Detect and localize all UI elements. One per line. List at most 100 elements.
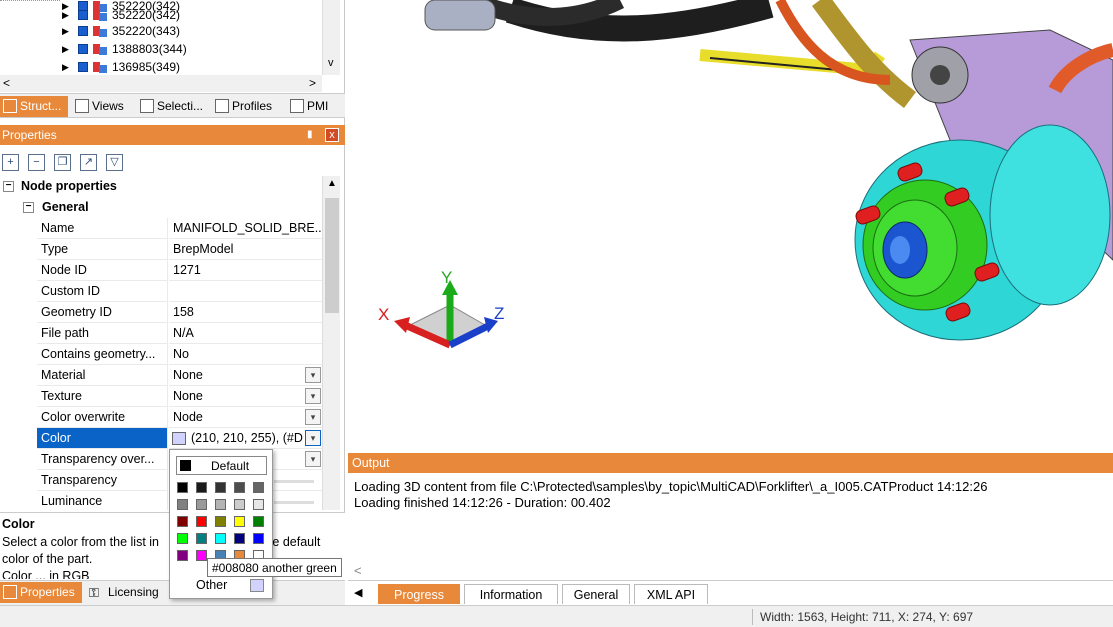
visibility-checkbox[interactable] xyxy=(78,26,88,36)
color-swatch[interactable] xyxy=(177,482,188,493)
chevron-down-icon[interactable]: ▾ xyxy=(305,430,321,446)
property-row[interactable]: Color overwrite Node ▾ xyxy=(0,407,322,428)
expand-arrow-icon[interactable]: ▶ xyxy=(62,40,69,58)
tab-selection[interactable]: Selecti... xyxy=(137,96,207,117)
collapse-all-icon[interactable]: − xyxy=(28,154,45,171)
color-swatch[interactable] xyxy=(177,516,188,527)
scroll-thumb[interactable] xyxy=(325,198,339,313)
property-value[interactable]: N/A xyxy=(169,323,322,344)
property-value[interactable] xyxy=(169,281,322,302)
property-value[interactable]: BrepModel xyxy=(169,239,322,260)
other-color-swatch[interactable] xyxy=(250,579,264,592)
tab-progress[interactable]: Progress xyxy=(378,584,460,604)
expand-arrow-icon[interactable]: ▶ xyxy=(62,22,69,40)
color-swatch[interactable] xyxy=(253,482,264,493)
color-swatch[interactable] xyxy=(196,533,207,544)
color-swatch[interactable] xyxy=(215,482,226,493)
scroll-right-icon[interactable]: > xyxy=(309,76,316,90)
tab-pmi[interactable]: PMI xyxy=(287,96,337,117)
property-row[interactable]: Material None ▾ xyxy=(0,365,322,386)
other-color-button[interactable]: Other xyxy=(176,576,267,595)
group-general[interactable]: − General xyxy=(0,197,322,218)
visibility-checkbox[interactable] xyxy=(78,62,88,72)
property-value[interactable]: None ▾ xyxy=(169,386,322,407)
properties-vertical-scrollbar[interactable]: ▲ xyxy=(322,176,340,510)
tree-vertical-scrollbar[interactable]: v xyxy=(322,0,340,75)
tab-information[interactable]: Information xyxy=(464,584,558,604)
property-row[interactable]: Texture None ▾ xyxy=(0,386,322,407)
tree-horizontal-scrollbar[interactable]: < > xyxy=(0,75,322,92)
3d-viewport[interactable]: Y X Z xyxy=(350,0,1113,447)
pin-icon[interactable]: ▮ xyxy=(307,125,313,145)
color-swatch[interactable] xyxy=(196,482,207,493)
property-value[interactable]: None ▾ xyxy=(169,365,322,386)
color-swatch[interactable] xyxy=(177,499,188,510)
copy-icon[interactable]: ❐ xyxy=(54,154,71,171)
property-row[interactable]: Color (210, 210, 255), (#D ▾ xyxy=(0,428,322,449)
tab-nav-left-icon[interactable]: ◀ xyxy=(354,586,362,599)
expand-all-icon[interactable]: + xyxy=(2,154,19,171)
color-swatch[interactable] xyxy=(253,533,264,544)
group-node-properties[interactable]: − Node properties xyxy=(0,176,322,197)
expand-arrow-icon[interactable]: ▶ xyxy=(62,58,69,75)
collapse-icon[interactable]: − xyxy=(23,202,34,213)
property-row[interactable]: Geometry ID 158 xyxy=(0,302,322,323)
color-swatch[interactable] xyxy=(177,550,188,561)
property-row[interactable]: Node ID 1271 xyxy=(0,260,322,281)
property-row[interactable]: Contains geometry... No xyxy=(0,344,322,365)
tree-row[interactable]: ▶ 352220(343) xyxy=(0,22,322,40)
property-value[interactable]: No xyxy=(169,344,322,365)
color-swatch[interactable] xyxy=(177,533,188,544)
color-swatch[interactable] xyxy=(253,499,264,510)
slider-track[interactable] xyxy=(274,480,314,483)
chevron-down-icon[interactable]: ▾ xyxy=(305,409,321,425)
property-row[interactable]: Transparency over... ▾ xyxy=(0,449,322,470)
visibility-checkbox[interactable] xyxy=(78,10,88,20)
collapse-icon[interactable]: − xyxy=(3,181,14,192)
property-value[interactable]: (210, 210, 255), (#D ▾ xyxy=(169,428,322,449)
chevron-down-icon[interactable]: ▾ xyxy=(305,367,321,383)
tab-structure[interactable]: Struct... xyxy=(0,96,68,117)
property-row[interactable]: File path N/A xyxy=(0,323,322,344)
property-value[interactable]: 1271 xyxy=(169,260,322,281)
scroll-left-icon[interactable]: < xyxy=(354,563,362,579)
tab-views[interactable]: Views xyxy=(72,96,132,117)
chevron-down-icon[interactable]: ▾ xyxy=(305,451,321,467)
property-row[interactable]: Transparency xyxy=(0,470,322,491)
property-row[interactable]: Type BrepModel xyxy=(0,239,322,260)
slider-track[interactable] xyxy=(274,501,314,504)
export-icon[interactable]: ↗ xyxy=(80,154,97,171)
property-row[interactable]: Custom ID xyxy=(0,281,322,302)
scroll-left-icon[interactable]: < xyxy=(3,76,10,90)
color-swatch[interactable] xyxy=(234,482,245,493)
visibility-checkbox[interactable] xyxy=(78,44,88,54)
chevron-down-icon[interactable]: ▾ xyxy=(305,388,321,404)
property-row[interactable]: Luminance xyxy=(0,491,322,510)
tab-properties[interactable]: Properties xyxy=(0,582,82,603)
tab-general[interactable]: General xyxy=(562,584,630,604)
tree-row[interactable]: ▶ 1388803(344) xyxy=(0,40,322,58)
3d-model-render[interactable] xyxy=(350,0,1113,447)
tree-row[interactable]: ▶ 136985(349) xyxy=(0,58,322,75)
property-value[interactable]: Node ▾ xyxy=(169,407,322,428)
color-swatch[interactable] xyxy=(196,516,207,527)
color-swatch[interactable] xyxy=(234,533,245,544)
color-swatch[interactable] xyxy=(253,516,264,527)
tab-xml-api[interactable]: XML API xyxy=(634,584,708,604)
tab-licensing[interactable]: ⚿ Licensing xyxy=(86,582,168,603)
color-swatch[interactable] xyxy=(196,499,207,510)
color-swatch[interactable] xyxy=(196,550,207,561)
close-icon[interactable]: x xyxy=(325,128,339,142)
scroll-down-icon[interactable]: v xyxy=(328,57,334,69)
property-value[interactable]: 158 xyxy=(169,302,322,323)
tab-profiles[interactable]: Profiles xyxy=(212,96,282,117)
property-value[interactable]: MANIFOLD_SOLID_BRE... xyxy=(169,218,322,239)
filter-icon[interactable]: ▽ xyxy=(106,154,123,171)
color-swatch[interactable] xyxy=(234,499,245,510)
color-swatch[interactable] xyxy=(215,499,226,510)
scroll-up-icon[interactable]: ▲ xyxy=(327,178,337,189)
color-swatch[interactable] xyxy=(234,516,245,527)
color-swatch[interactable] xyxy=(215,516,226,527)
default-color-button[interactable]: Default xyxy=(176,456,267,475)
property-row[interactable]: Name MANIFOLD_SOLID_BRE... xyxy=(0,218,322,239)
